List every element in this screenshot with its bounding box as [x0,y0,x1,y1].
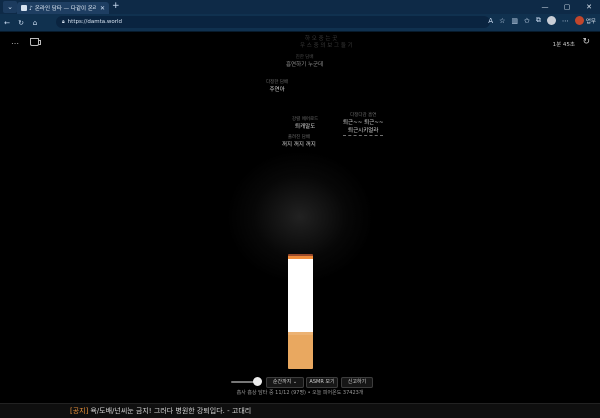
chat-text: 주연아 [269,87,285,93]
timer: 1분 45초 [552,42,575,48]
tab-actions-menu[interactable]: ⌄ [3,1,17,13]
window-controls: — ▢ ✕ [534,0,600,14]
new-tab-button[interactable]: + [112,1,120,11]
chat-text: 퇴근시키얼라 [343,126,384,136]
work-badge-icon [574,16,584,25]
favorites-icon[interactable]: ✩ [524,17,530,25]
report-button[interactable]: 신고하기 [341,377,373,388]
url-bar[interactable]: 🔒︎ https://damta.world [56,16,490,28]
lock-icon: 🔒︎ [62,19,65,25]
notice-bar: [공지] 욕/도배/넌씨눈 금지! 그러다 병원한 강퇴입다. - 고대리 [0,403,600,418]
chat-text: 우 스 중 의 보 그 둘 기 [300,43,353,49]
cigarette-filter [288,332,313,369]
chat-message: 다정다감 흡연 퇴근~~ 퇴근~~ 퇴근시키얼라 [343,112,384,136]
asmr-button[interactable]: ASMR 모기 [306,377,338,388]
browser-titlebar: ⌄ ♪ 온라인 담타 — 다같이 온라인 ✕ + — ▢ ✕ [0,0,600,14]
speaker-icon[interactable]: ♪ [29,5,33,12]
chat-message: 강렬 에어로드 퇴캐말도 [292,116,318,130]
back-arrow-icon[interactable]: ← [0,19,14,27]
status-line: 흡사 흡상 담타 중 11/12 (97명) • 오늘 피어온도 37423개 [236,390,364,396]
close-window-icon[interactable]: ✕ [578,0,600,14]
more-options-icon[interactable]: ⋯ [11,39,20,48]
url-text: https://damta.world [67,19,123,25]
chat-text: 퇴근~~ 퇴근~~ [343,120,384,126]
minimize-icon[interactable]: — [534,0,556,14]
reload-icon[interactable]: ↻ [14,19,28,27]
read-aloud-icon[interactable]: A [488,17,493,25]
split-screen-icon[interactable]: ▥ [511,17,518,25]
chat-text: 꺼지 꺼지 꺼지 [282,142,316,148]
bottom-controls: 순간까지 ⌄ ASMR 모기 신고하기 [0,375,600,389]
notice-text: 욕/도배/넌씨눈 금지! 그러다 병원한 강퇴입다. - 고대리 [90,407,252,415]
damta-page: ⋯ 1분 45초 ↻ 하 오 중 는 곳 우 스 중 의 보 그 둘 기 진한 … [0,32,600,402]
refresh-icon[interactable]: ↻ [582,37,590,47]
chat-text: 퇴캐말도 [295,124,316,130]
browser-tab[interactable]: ♪ 온라인 담타 — 다같이 온라인 ✕ [17,2,109,14]
home-icon[interactable]: ⌂ [28,19,42,27]
site-favicon-icon [21,5,27,11]
address-toolbar: ← ↻ ⌂ 🔒︎ https://damta.world A ☆ ▥ ✩ ⧉ ⋯… [0,14,600,32]
chat-text: 흡연하기 누군데 [286,62,324,68]
volume-slider-thumb[interactable] [253,377,262,386]
chat-message: 진한 담배 흡연하기 누군데 [286,54,323,68]
tab-title: 온라인 담타 — 다같이 온라인 [34,6,96,12]
mode-select[interactable]: 순간까지 ⌄ [266,377,304,388]
cigarette[interactable] [288,254,313,369]
profile-avatar[interactable] [546,16,556,25]
cigarette-paper [288,259,313,332]
favorite-star-icon[interactable]: ☆ [499,17,505,25]
chat-message: 풀려진 담배 꺼지 꺼지 꺼지 [282,134,316,148]
work-profile-button[interactable]: 업무 [574,16,596,25]
chat-message: 우 스 중 의 보 그 둘 기 [300,41,353,49]
cup-icon[interactable] [30,38,41,46]
work-label: 업무 [585,18,596,25]
maximize-icon[interactable]: ▢ [556,0,578,14]
notice-tag: [공지] [70,407,89,415]
chat-message: 다정한 담배 주연아 [266,79,288,93]
collections-icon[interactable]: ⧉ [536,16,541,25]
more-icon[interactable]: ⋯ [562,17,569,25]
close-tab-icon[interactable]: ✕ [100,5,105,12]
